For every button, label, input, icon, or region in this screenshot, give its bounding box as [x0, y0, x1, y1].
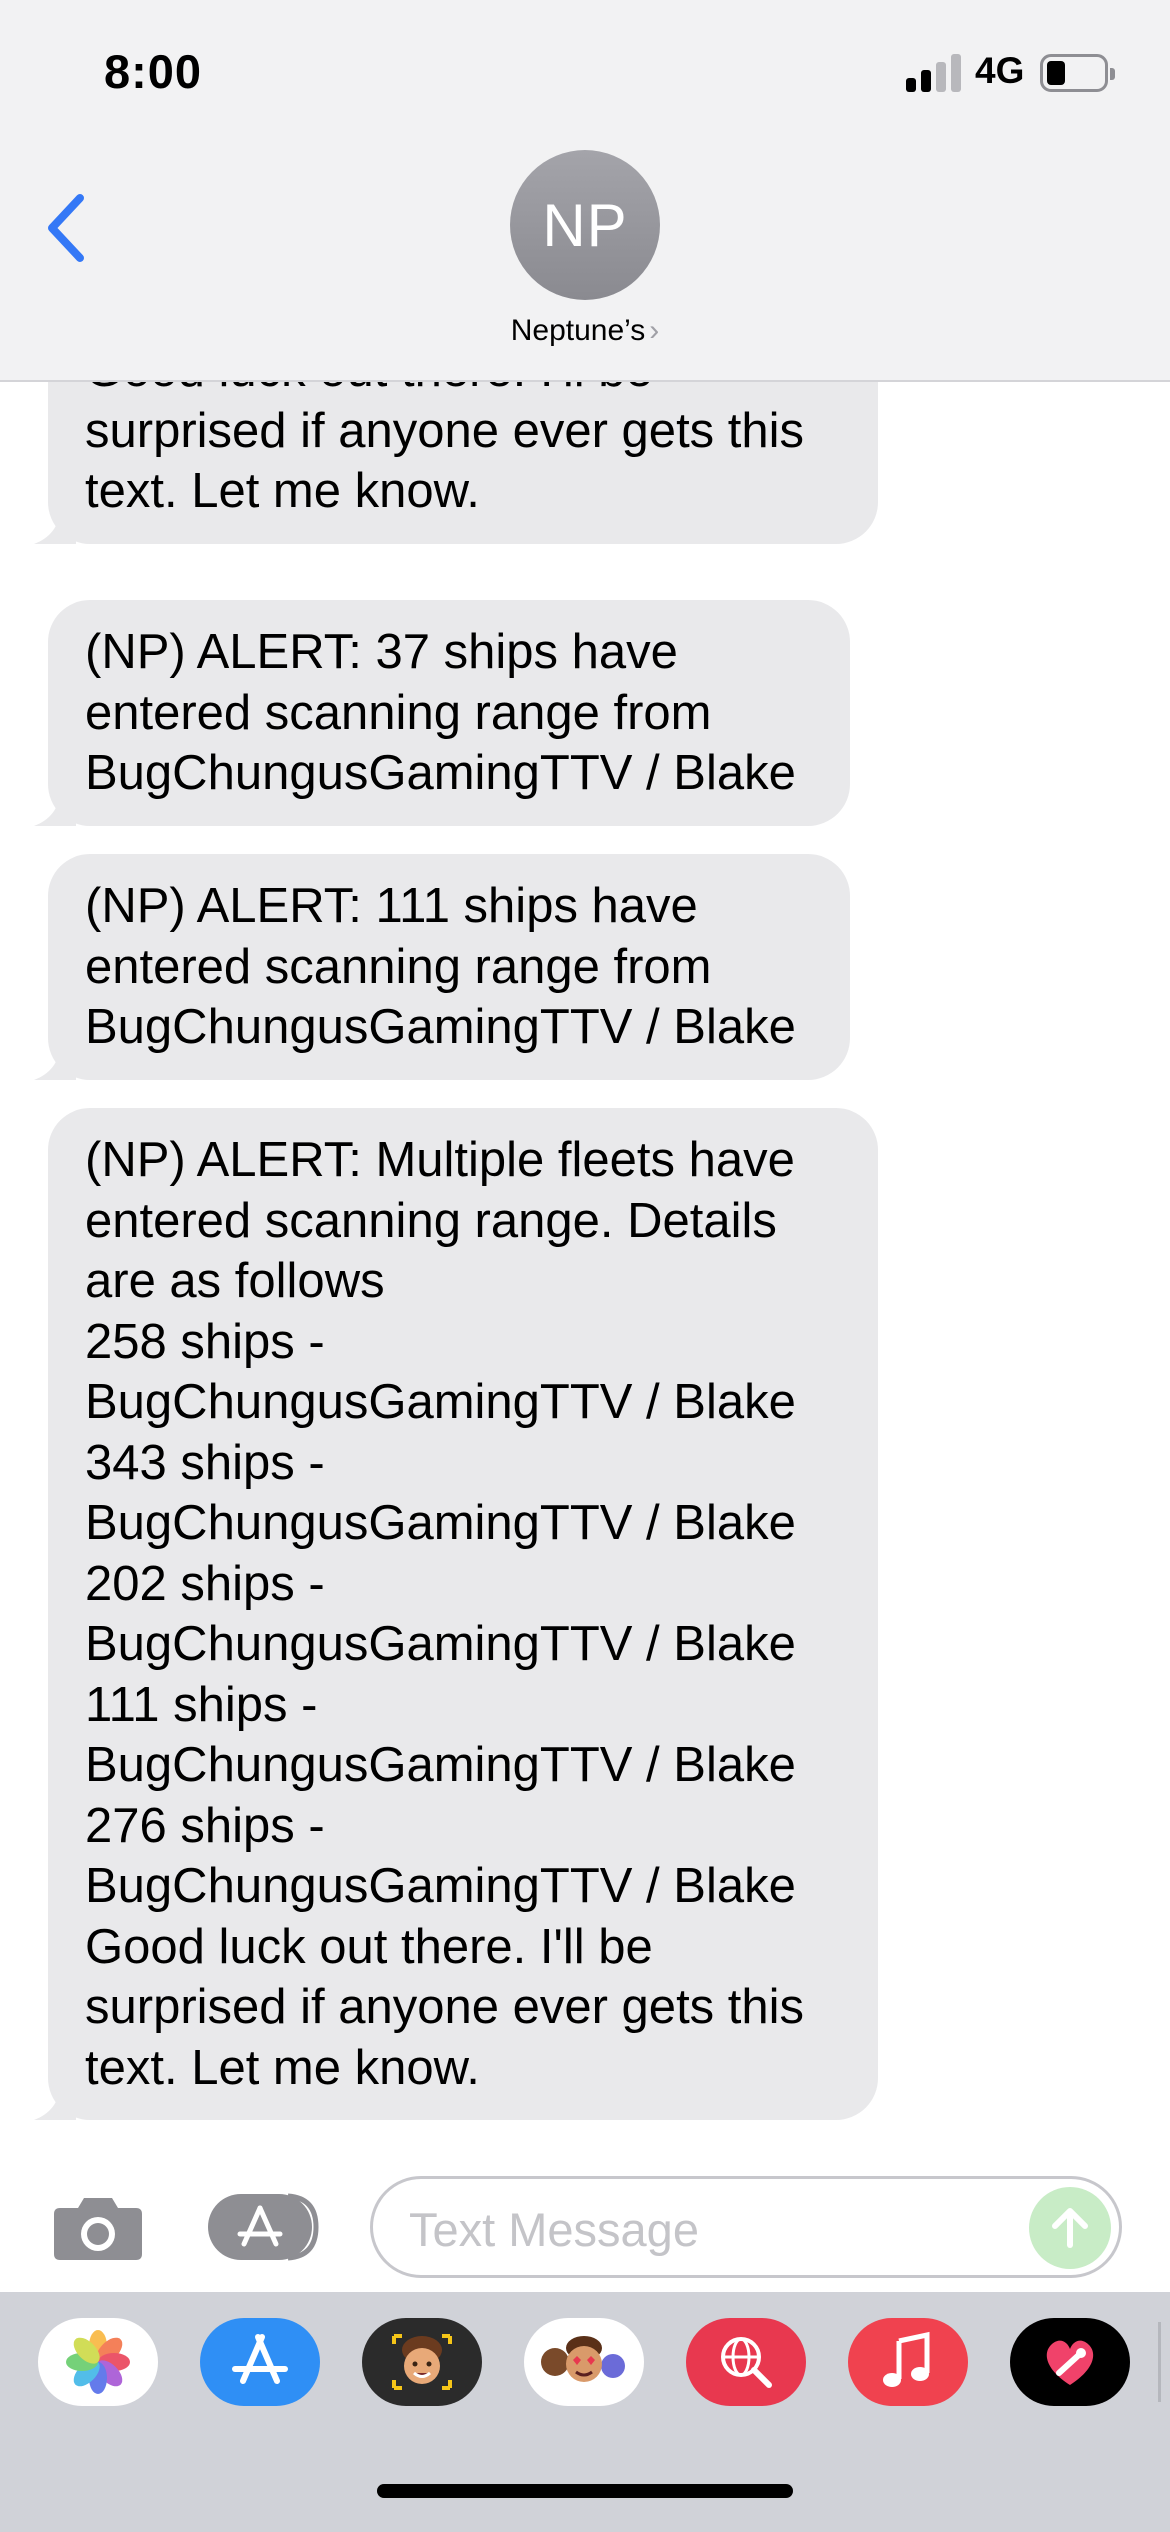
compose-bar	[0, 2160, 1170, 2292]
message-line: BugChungusGamingTTV / Blake	[85, 1738, 796, 1792]
home-indicator[interactable]	[377, 2484, 793, 2498]
avatar-initials: NP	[542, 191, 628, 259]
photos-app-button[interactable]	[38, 2318, 158, 2406]
message-bubble[interactable]: (NP) ALERT: 37 ships have entered scanni…	[34, 600, 850, 826]
message-line: 202 ships -	[85, 1556, 325, 1611]
message-line: BugChungusGamingTTV / Blake	[85, 1375, 796, 1429]
chevron-left-icon	[48, 194, 84, 262]
app-store-app-button[interactable]	[200, 2318, 320, 2406]
message-line: 276 ships -	[85, 1798, 325, 1853]
message-line: BugChungusGamingTTV / Blake	[85, 1859, 796, 1913]
message-bubble[interactable]: (NP) ALERT: 111 ships have entered scann…	[34, 854, 850, 1080]
memoji-stickers-app-button[interactable]	[524, 2318, 644, 2406]
drawer-divider	[1158, 2322, 1161, 2402]
contact-name: Neptune’s	[510, 314, 646, 347]
message-line: (NP) ALERT: 37 ships have	[85, 625, 678, 679]
web-images-app-button[interactable]	[686, 2318, 806, 2406]
status-time: 8:00	[104, 45, 203, 98]
message-line: (NP) ALERT: 111 ships have	[85, 879, 698, 933]
message-line: 111 ships -	[85, 1677, 318, 1732]
send-button[interactable]	[1029, 2187, 1111, 2269]
message-line: entered scanning range from	[85, 939, 712, 994]
app-store-icon	[208, 2193, 319, 2261]
message-line: BugChungusGamingTTV / Blake	[85, 1617, 796, 1671]
memoji-camera-app-button[interactable]	[362, 2318, 482, 2406]
contact-name-button[interactable]: Neptune’s ›	[0, 314, 1170, 348]
camera-button[interactable]	[52, 2192, 144, 2262]
message-line: BugChungusGamingTTV / Blake	[85, 746, 796, 800]
contact-avatar[interactable]: NP	[510, 150, 660, 300]
message-line: BugChungusGamingTTV / Blake	[85, 1496, 796, 1550]
memoji-camera-icon	[392, 2334, 452, 2390]
message-bubble[interactable]: (NP) ALERT: Multiple fleets have entered…	[34, 1108, 878, 2120]
message-line: Good luck out there. I'll be	[85, 1919, 653, 1974]
message-line: 258 ships -	[85, 1314, 325, 1369]
message-line: are as follows	[85, 1254, 385, 1308]
message-line: (NP) ALERT: Multiple fleets have	[85, 1133, 795, 1187]
network-type: 4G	[975, 50, 1025, 91]
message-line: text. Let me know.	[85, 2040, 480, 2095]
cellular-signal-icon	[906, 52, 962, 92]
music-note-icon	[883, 2331, 930, 2387]
message-line: entered scanning range. Details	[85, 1193, 777, 1248]
music-app-button[interactable]	[848, 2318, 968, 2406]
message-line: text. Let me know.	[85, 464, 480, 518]
apps-button[interactable]	[206, 2192, 322, 2262]
message-line: BugChungusGamingTTV / Blake	[85, 1000, 796, 1054]
battery-icon	[1040, 54, 1115, 92]
arrow-up-icon	[1052, 2208, 1088, 2248]
app-store-icon	[232, 2334, 288, 2384]
globe-search-icon	[721, 2337, 772, 2388]
message-input[interactable]	[409, 2199, 1009, 2259]
camera-icon	[54, 2198, 142, 2260]
message-thread[interactable]: Good luck out there. I'll be surprised i…	[0, 382, 1170, 2160]
digital-touch-app-button[interactable]	[1010, 2318, 1130, 2406]
message-line: Good luck out there. I'll be	[85, 382, 841, 401]
message-line: surprised if anyone ever gets this	[85, 1980, 805, 2034]
conversation-header: 8:00 4G NP Neptune’s ›	[0, 0, 1170, 382]
message-text-field[interactable]	[370, 2176, 1122, 2278]
message-line: entered scanning range from	[85, 685, 712, 740]
message-line: surprised if anyone ever gets this	[85, 403, 805, 458]
photos-icon	[66, 2330, 130, 2394]
heart-touch-icon	[1046, 2340, 1094, 2385]
back-button[interactable]	[42, 188, 102, 268]
memoji-stickers-icon	[541, 2336, 625, 2382]
message-line: 343 ships -	[85, 1435, 325, 1490]
message-bubble[interactable]: Good luck out there. I'll be surprised i…	[34, 382, 878, 544]
chevron-right-icon: ›	[649, 314, 660, 347]
